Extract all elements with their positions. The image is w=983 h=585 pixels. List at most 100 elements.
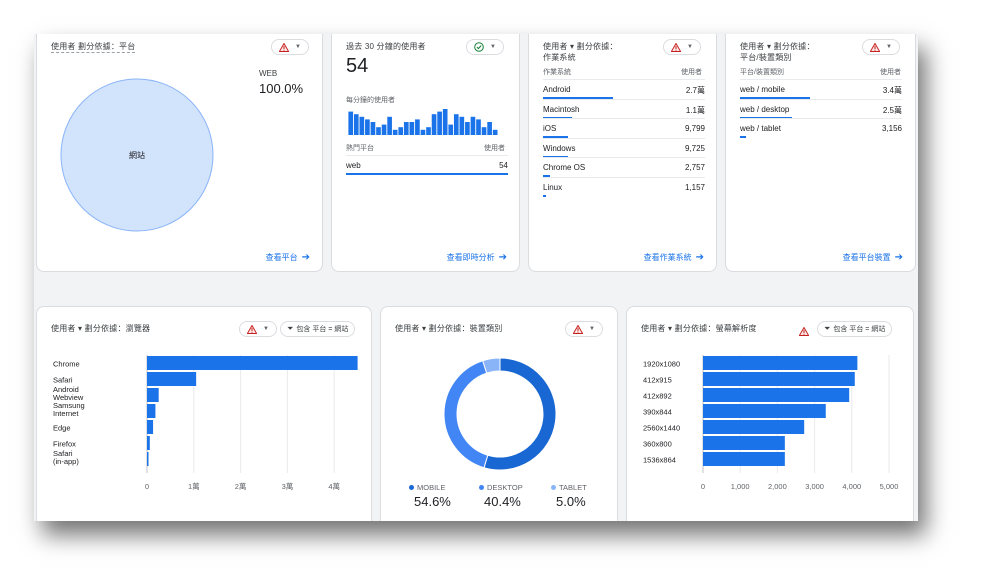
minute-bar[interactable] (431, 114, 437, 135)
realtime-count: 54 (346, 55, 369, 77)
chevron-down-icon: ▼ (490, 44, 496, 50)
x-tick-label: 0 (701, 482, 705, 491)
view-os-link[interactable]: 查看作業系統 ➔ (644, 252, 704, 263)
row-value: 9,725 (684, 143, 705, 153)
minute-bar[interactable] (415, 119, 420, 135)
table-row[interactable]: Chrome OS 2,757 (543, 157, 705, 178)
card-title-line1[interactable]: 使用者 ▾ 劃分依據： (543, 41, 618, 52)
card-title-line1[interactable]: 使用者 ▾ 劃分依據： (740, 41, 815, 52)
view-realtime-link[interactable]: 查看即時分析 ➔ (447, 252, 507, 263)
bar[interactable] (147, 452, 149, 466)
filter-chip[interactable]: ⏷ 包含 平台 = 網站 (817, 321, 893, 337)
legend-item: TABLET 5.0% (551, 483, 587, 509)
table-row[interactable]: web / mobile 3.4萬 (740, 79, 902, 99)
warning-indicator[interactable] (798, 323, 810, 341)
data-quality-button[interactable]: ▼ (239, 321, 277, 337)
table-row[interactable]: Android 2.7萬 (543, 79, 705, 99)
row-value: 3.4萬 (882, 86, 902, 95)
row-label: Android (543, 85, 571, 94)
minute-bar[interactable] (459, 116, 465, 135)
card-title[interactable]: 使用者 ▾ 劃分依據：裝置類別 (395, 323, 502, 334)
minute-bar[interactable] (381, 124, 387, 135)
view-platform-link[interactable]: 查看平台 ➔ (266, 252, 310, 263)
minute-bar[interactable] (481, 127, 487, 135)
table-row[interactable]: web / tablet 3,156 (740, 118, 902, 139)
row-label: Chrome OS (543, 163, 586, 173)
legend-value: 5.0% (556, 494, 586, 509)
minute-bar[interactable] (448, 124, 454, 135)
bar[interactable] (703, 388, 850, 402)
platform-card: 使用者 劃分依據：平台 ▼ 網站 WEB 100.0% 查看平台 ➔ (36, 34, 323, 272)
table-row[interactable]: iOS 9,799 (543, 118, 705, 139)
data-quality-button[interactable]: ▼ (565, 321, 603, 337)
donut-slice[interactable] (443, 360, 489, 469)
x-tick-label: 1,000 (731, 482, 750, 491)
minute-bar[interactable] (420, 129, 426, 135)
data-quality-button[interactable]: ▼ (271, 39, 309, 55)
minute-bar[interactable] (365, 119, 370, 135)
row-label: web (346, 161, 361, 170)
donut-slice[interactable] (483, 357, 557, 471)
minute-bar[interactable] (370, 122, 376, 135)
minute-bar[interactable] (465, 122, 470, 135)
card-title[interactable]: 使用者 ▾ 劃分依據：瀏覽器 (51, 323, 150, 334)
minute-bar[interactable] (409, 122, 415, 135)
x-tick-label: 1萬 (188, 481, 200, 491)
status-button[interactable]: ▼ (466, 39, 504, 55)
card-title[interactable]: 使用者 劃分依據：平台 (51, 41, 136, 53)
minute-bar[interactable] (453, 114, 459, 135)
minute-bar[interactable] (476, 119, 481, 135)
row-value: 2.7萬 (685, 86, 705, 95)
legend-dot (409, 485, 414, 490)
table-row[interactable]: Linux 1,157 (543, 177, 705, 197)
minute-bar[interactable] (492, 129, 498, 135)
table-row[interactable]: web 54 (346, 155, 508, 175)
minute-bar[interactable] (470, 116, 476, 135)
view-platform-device-link[interactable]: 查看平台裝置 ➔ (843, 252, 903, 263)
bar[interactable] (147, 356, 358, 370)
minute-bar[interactable] (392, 129, 398, 135)
minute-bar[interactable] (403, 122, 409, 135)
bar[interactable] (703, 356, 858, 370)
chevron-down-icon: ▼ (886, 44, 892, 50)
bar[interactable] (703, 436, 785, 450)
y-category-label: Edge (53, 424, 71, 433)
arrow-right-icon: ➔ (695, 252, 704, 263)
minute-bar[interactable] (426, 127, 431, 135)
data-quality-button[interactable]: ▼ (862, 39, 900, 55)
bar[interactable] (703, 420, 805, 434)
legend-value: 100.0% (259, 81, 304, 96)
minute-bar[interactable] (353, 114, 359, 135)
resolution-bar-chart: 0 1,000 2,000 3,000 4,000 5,000 1920x1080 412x9… (643, 355, 898, 491)
table-row[interactable]: web / desktop 2.5萬 (740, 98, 902, 119)
filter-chip[interactable]: ⏷ 包含 平台 = 網站 (280, 321, 356, 337)
bar[interactable] (147, 404, 156, 418)
bar[interactable] (703, 372, 855, 386)
bar[interactable] (147, 436, 150, 450)
bar[interactable] (147, 388, 159, 402)
minute-bar[interactable] (442, 109, 448, 135)
bar[interactable] (147, 420, 154, 434)
minute-bar[interactable] (359, 116, 365, 135)
arrow-right-icon: ➔ (498, 252, 507, 263)
minute-bar[interactable] (437, 111, 442, 135)
card-title[interactable]: 使用者 ▾ 劃分依據：螢幕解析度 (641, 323, 757, 334)
bar[interactable] (147, 372, 197, 386)
data-quality-button[interactable]: ▼ (663, 39, 701, 55)
y-category-label: 2560x1440 (643, 424, 680, 433)
warning-icon (573, 324, 583, 334)
minute-bar[interactable] (398, 127, 404, 135)
minute-bar[interactable] (376, 127, 381, 135)
minute-bar[interactable] (387, 116, 392, 135)
bar[interactable] (703, 452, 785, 466)
legend-value: 54.6% (414, 494, 451, 509)
bar[interactable] (703, 404, 826, 418)
minute-bar[interactable] (487, 122, 492, 135)
table-row[interactable]: Windows 9,725 (543, 137, 705, 158)
table-row[interactable]: Macintosh 1.1萬 (543, 98, 705, 119)
card-title: 過去 30 分鐘的使用者 (346, 42, 426, 51)
minute-bar[interactable] (348, 111, 354, 135)
legend-label: DESKTOP (487, 483, 523, 492)
y-category-label: 390x844 (643, 408, 672, 417)
filter-icon: ⏷ (824, 324, 831, 333)
